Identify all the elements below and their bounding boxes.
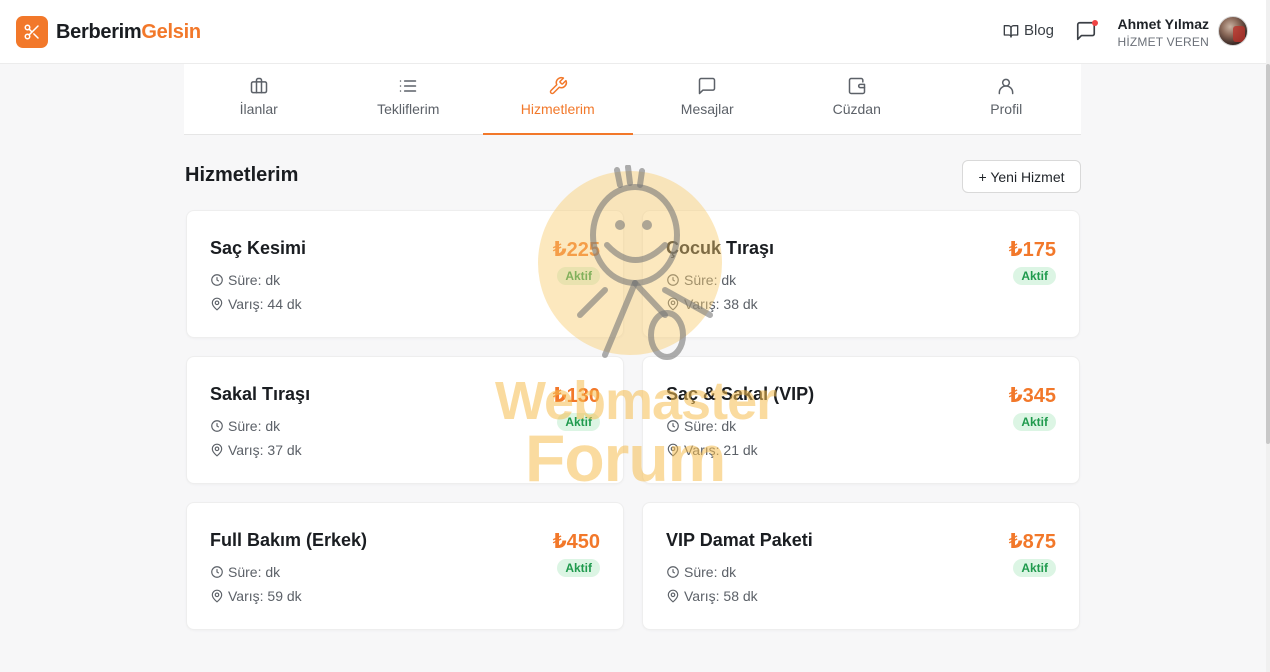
scrollbar[interactable] xyxy=(1266,0,1270,672)
service-price: ₺225 xyxy=(552,239,600,261)
wallet-icon xyxy=(848,77,865,95)
list-icon xyxy=(400,80,417,92)
arrival-row: Varış: 58 dk xyxy=(666,588,758,604)
arrival-row: Varış: 21 dk xyxy=(666,442,758,458)
service-card[interactable]: Sakal Tıraşı ₺130 Aktif Süre: dk Varış: … xyxy=(186,356,624,484)
service-name: Saç & Sakal (VIP) xyxy=(666,384,815,404)
tab-ilanlar[interactable]: İlanlar xyxy=(184,64,334,134)
arrival-text: Varış: 58 dk xyxy=(684,588,758,604)
status-badge: Aktif xyxy=(1013,413,1056,431)
notification-dot xyxy=(1092,20,1098,26)
arrival-text: Varış: 38 dk xyxy=(684,296,758,312)
new-service-button[interactable]: + Yeni Hizmet xyxy=(962,160,1081,193)
duration-row: Süre: dk xyxy=(666,418,736,434)
duration-text: Süre: dk xyxy=(684,418,737,434)
service-price: ₺875 xyxy=(1008,531,1056,553)
map-pin-icon xyxy=(667,589,679,603)
map-pin-icon xyxy=(667,297,679,311)
duration-row: Süre: dk xyxy=(666,564,736,580)
duration-row: Süre: dk xyxy=(666,272,736,288)
top-header: BerberimGelsin Blog Ahmet Yılmaz HİZMET … xyxy=(0,0,1270,64)
user-role: HİZMET VEREN xyxy=(1117,35,1209,49)
arrival-row: Varış: 37 dk xyxy=(210,442,302,458)
clock-icon xyxy=(211,566,223,578)
tab-label: Mesajlar xyxy=(680,101,734,117)
service-name: Full Bakım (Erkek) xyxy=(210,530,368,550)
duration-text: Süre: dk xyxy=(228,272,281,288)
service-price: ₺175 xyxy=(1008,239,1056,261)
status-badge: Aktif xyxy=(1013,267,1056,285)
status-badge: Aktif xyxy=(557,413,600,431)
tab-bar: İlanlar Tekliflerim Hizmetlerim Mesajlar… xyxy=(184,64,1081,135)
service-name: VIP Damat Paketi xyxy=(666,530,813,550)
tab-mesajlar[interactable]: Mesajlar xyxy=(633,64,783,134)
messages-button[interactable] xyxy=(1075,20,1099,44)
page-title: Hizmetlerim xyxy=(185,164,299,186)
user-icon xyxy=(998,78,1014,95)
service-card[interactable]: Saç Kesimi ₺225 Aktif Süre: dk Varış: 44… xyxy=(186,210,624,338)
tab-label: İlanlar xyxy=(239,101,278,117)
logo-text-part2: Gelsin xyxy=(141,20,201,43)
map-pin-icon xyxy=(211,443,223,457)
duration-text: Süre: dk xyxy=(228,418,281,434)
service-card[interactable]: VIP Damat Paketi ₺875 Aktif Süre: dk Var… xyxy=(642,502,1080,630)
arrival-text: Varış: 21 dk xyxy=(684,442,758,458)
map-pin-icon xyxy=(667,443,679,457)
wrench-icon xyxy=(549,76,567,95)
user-name: Ahmet Yılmaz xyxy=(1117,16,1209,32)
arrival-row: Varış: 38 dk xyxy=(666,296,758,312)
service-price: ₺450 xyxy=(552,531,600,553)
tab-profil[interactable]: Profil xyxy=(932,64,1082,134)
arrival-row: Varış: 44 dk xyxy=(210,296,302,312)
status-badge: Aktif xyxy=(557,559,600,577)
duration-text: Süre: dk xyxy=(228,564,281,580)
avatar[interactable] xyxy=(1218,16,1248,46)
logo-text-part1: Berberim xyxy=(56,20,142,43)
service-price: ₺345 xyxy=(1008,385,1056,407)
clock-icon xyxy=(211,420,223,432)
duration-text: Süre: dk xyxy=(684,564,737,580)
clock-icon xyxy=(667,420,679,432)
duration-row: Süre: dk xyxy=(210,564,280,580)
arrival-text: Varış: 37 dk xyxy=(228,442,302,458)
service-name: Çocuk Tıraşı xyxy=(666,238,775,258)
tab-label: Tekliflerim xyxy=(377,101,440,117)
blog-link[interactable]: Blog xyxy=(1003,22,1054,39)
duration-row: Süre: dk xyxy=(210,418,280,434)
service-name: Saç Kesimi xyxy=(210,238,307,258)
clock-icon xyxy=(667,566,679,578)
service-card[interactable]: Saç & Sakal (VIP) ₺345 Aktif Süre: dk Va… xyxy=(642,356,1080,484)
arrival-text: Varış: 44 dk xyxy=(228,296,302,312)
map-pin-icon xyxy=(211,589,223,603)
tab-label: Cüzdan xyxy=(832,101,881,117)
book-icon xyxy=(1003,24,1019,38)
briefcase-icon xyxy=(250,77,267,94)
clock-icon xyxy=(211,274,223,286)
logo[interactable]: BerberimGelsin xyxy=(16,16,201,48)
user-info[interactable]: Ahmet Yılmaz HİZMET VEREN xyxy=(1117,16,1209,49)
logo-text: BerberimGelsin xyxy=(56,21,201,44)
tab-hizmetlerim[interactable]: Hizmetlerim xyxy=(483,64,633,135)
service-card[interactable]: Full Bakım (Erkek) ₺450 Aktif Süre: dk V… xyxy=(186,502,624,630)
duration-row: Süre: dk xyxy=(210,272,280,288)
service-card[interactable]: Çocuk Tıraşı ₺175 Aktif Süre: dk Varış: … xyxy=(642,210,1080,338)
service-price: ₺130 xyxy=(552,385,600,407)
tab-label: Profil xyxy=(990,101,1023,117)
message-icon xyxy=(699,77,716,95)
status-badge: Aktif xyxy=(1013,559,1056,577)
arrival-text: Varış: 59 dk xyxy=(228,588,302,604)
tab-label: Hizmetlerim xyxy=(520,101,595,117)
status-badge: Aktif xyxy=(557,267,600,285)
duration-text: Süre: dk xyxy=(684,272,737,288)
map-pin-icon xyxy=(211,297,223,311)
service-name: Sakal Tıraşı xyxy=(210,384,311,404)
scissors-icon xyxy=(16,16,48,48)
scrollbar-thumb[interactable] xyxy=(1266,64,1270,444)
blog-label: Blog xyxy=(1024,22,1055,39)
clock-icon xyxy=(667,274,679,286)
tab-cuzdan[interactable]: Cüzdan xyxy=(782,64,932,134)
arrival-row: Varış: 59 dk xyxy=(210,588,302,604)
tab-tekliflerim[interactable]: Tekliflerim xyxy=(334,64,484,134)
